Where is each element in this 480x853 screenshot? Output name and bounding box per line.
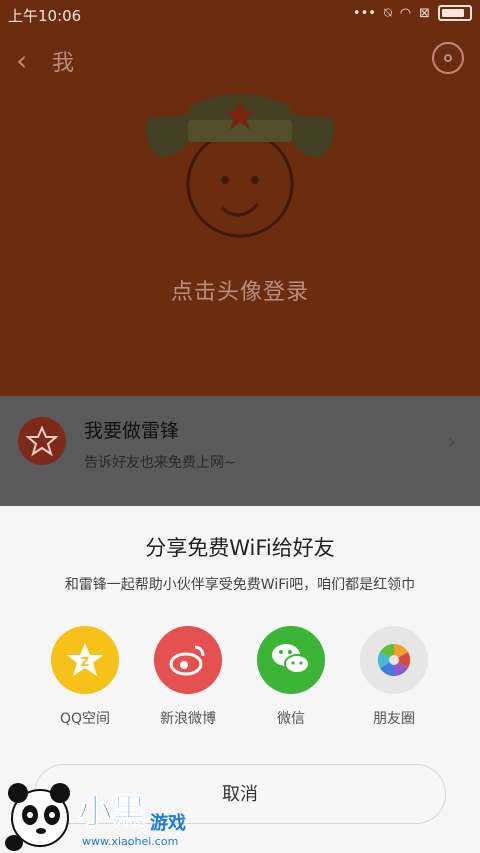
battery-icon <box>438 5 472 21</box>
promo-row[interactable]: 我要做雷锋 告诉好友也来免费上网~ › <box>0 396 480 506</box>
watermark-logo: 小黑 游戏 www.xiaohei.com <box>5 783 186 851</box>
wechat-icon <box>257 626 325 694</box>
chevron-right-icon: › <box>447 430 456 455</box>
share-label: 新浪微博 <box>160 711 216 727</box>
share-label: 朋友圈 <box>373 711 415 727</box>
page-title: 我 <box>52 51 75 76</box>
top-bar: ‹ 我 <box>0 36 480 84</box>
share-label: 微信 <box>277 711 305 727</box>
qzone-icon: Z <box>51 626 119 694</box>
settings-icon[interactable] <box>432 42 464 74</box>
share-qzone-button[interactable]: Z QQ空间 <box>45 626 125 728</box>
svg-text:游戏: 游戏 <box>150 812 186 834</box>
status-bar: 上午10:06 ••• ⍉ ◠ ⊠ <box>0 0 480 30</box>
status-time: 上午10:06 <box>8 7 82 25</box>
share-wechat-button[interactable]: 微信 <box>251 626 331 728</box>
weibo-icon <box>154 626 222 694</box>
share-label: QQ空间 <box>59 711 111 727</box>
share-moments-button[interactable]: 朋友圈 <box>354 626 434 728</box>
svg-text:www.xiaohei.com: www.xiaohei.com <box>82 835 178 848</box>
more-dots-icon: ••• <box>352 5 376 21</box>
status-icons: ••• ⍉ ◠ ⊠ <box>353 5 472 21</box>
avatar[interactable] <box>130 80 350 240</box>
alarm-off-icon: ⍉ <box>383 5 392 21</box>
share-title: 分享免费WiFi给好友 <box>145 536 335 560</box>
wifi-icon: ◠ <box>399 5 412 21</box>
share-subtitle: 和雷锋一起帮助小伙伴享受免费WiFi吧，咱们都是红领巾 <box>64 577 416 593</box>
login-prompt[interactable]: 点击头像登录 <box>0 274 480 306</box>
promo-subtitle: 告诉好友也来免费上网~ <box>84 455 236 471</box>
promo-title: 我要做雷锋 <box>84 420 180 442</box>
svg-text:Z: Z <box>81 655 90 669</box>
share-weibo-button[interactable]: 新浪微博 <box>148 626 228 728</box>
profile-header: 上午10:06 ••• ⍉ ◠ ⊠ ‹ 我 点击头像登录 <box>0 0 480 396</box>
back-icon[interactable]: ‹ <box>16 44 27 77</box>
moments-icon <box>360 626 428 694</box>
screen: 上午10:06 ••• ⍉ ◠ ⊠ ‹ 我 点击头像登录 我要做雷锋 告诉好友也… <box>0 0 480 853</box>
sim-off-icon: ⊠ <box>419 5 430 21</box>
star-icon <box>18 417 66 465</box>
svg-text:小黑: 小黑 <box>78 792 146 832</box>
